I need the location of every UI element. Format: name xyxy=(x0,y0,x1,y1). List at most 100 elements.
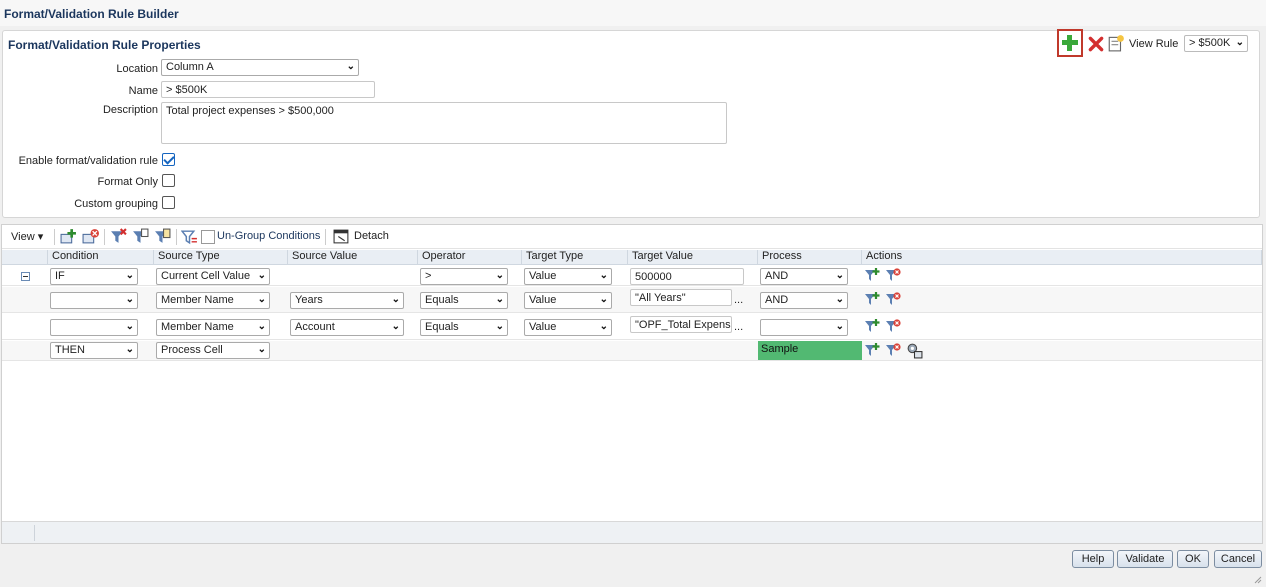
condition-select[interactable]: ⌄ xyxy=(50,292,138,309)
chevron-down-icon: ⌄ xyxy=(125,321,134,332)
rule-properties-panel: Format/Validation Rule Properties Locati… xyxy=(2,30,1260,218)
add-filter-icon[interactable] xyxy=(864,342,880,358)
chevron-down-icon: ⌄ xyxy=(495,294,504,305)
chevron-down-icon: ⌄ xyxy=(257,321,266,332)
name-input[interactable]: > $500K xyxy=(161,81,375,98)
source-type-select[interactable]: Member Name ⌄ xyxy=(156,292,270,309)
grid-toolbar: View ▾ Un-Group Conditions Detach xyxy=(2,225,1262,249)
column-header-actions[interactable]: Actions xyxy=(862,250,1262,265)
column-header-condition[interactable]: Condition xyxy=(48,250,154,265)
chevron-down-icon: ⌄ xyxy=(495,321,504,332)
source-type-select[interactable]: Current Cell Value ⌄ xyxy=(156,268,270,285)
chevron-down-icon: ⌄ xyxy=(1235,37,1244,48)
source-type-select[interactable]: Process Cell ⌄ xyxy=(156,342,270,359)
condition-select[interactable]: ⌄ xyxy=(50,319,138,336)
edit-rule-icon[interactable] xyxy=(1107,34,1125,52)
group-conditions-icon[interactable] xyxy=(181,228,198,245)
process-select[interactable]: AND ⌄ xyxy=(760,268,848,285)
source-type-select[interactable]: Member Name ⌄ xyxy=(156,319,270,336)
chevron-down-icon: ⌄ xyxy=(495,270,504,281)
conditions-grid-panel: View ▾ Un-Group Conditions Detach Condit… xyxy=(1,224,1263,544)
delete-rule-icon[interactable] xyxy=(1087,35,1105,53)
toolbar-separator xyxy=(325,229,326,245)
target-value-input[interactable]: "All Years" xyxy=(630,289,732,306)
target-value-input[interactable]: "OPF_Total Expense xyxy=(630,316,732,333)
chevron-down-icon: ⌄ xyxy=(599,270,608,281)
remove-filter-icon[interactable] xyxy=(885,318,901,334)
chevron-down-icon: ⌄ xyxy=(599,294,608,305)
delete-filter-icon[interactable] xyxy=(110,228,127,245)
properties-title: Format/Validation Rule Properties xyxy=(8,38,201,52)
location-select[interactable]: Column A ⌄ xyxy=(161,59,359,76)
condition-select[interactable]: IF ⌄ xyxy=(50,268,138,285)
validate-button[interactable]: Validate xyxy=(1117,550,1173,568)
description-textarea[interactable]: Total project expenses > $500,000 xyxy=(161,102,727,144)
cancel-button[interactable]: Cancel xyxy=(1214,550,1262,568)
target-type-select[interactable]: Value ⌄ xyxy=(524,268,612,285)
collapse-icon[interactable] xyxy=(21,272,30,281)
add-filter-icon[interactable] xyxy=(864,318,880,334)
chevron-down-icon: ⌄ xyxy=(835,294,844,305)
column-header-source-value[interactable]: Source Value xyxy=(288,250,418,265)
target-value-browse-button[interactable]: ... xyxy=(734,294,743,306)
chevron-down-icon: ⌄ xyxy=(346,61,355,72)
operator-select[interactable]: Equals ⌄ xyxy=(420,292,508,309)
detach-icon[interactable] xyxy=(333,228,350,245)
column-header-target-value[interactable]: Target Value xyxy=(628,250,758,265)
resize-grip-icon[interactable] xyxy=(1252,574,1262,584)
add-condition-icon[interactable] xyxy=(60,228,77,245)
format-sample-cell[interactable]: Sample xyxy=(758,341,862,360)
paste-filter-icon[interactable] xyxy=(154,228,171,245)
help-button[interactable]: Help xyxy=(1072,550,1114,568)
add-rule-button[interactable] xyxy=(1057,29,1083,57)
copy-filter-icon[interactable] xyxy=(132,228,149,245)
table-row: ⌄ Member Name ⌄ Account ⌄ Equals ⌄ Value ⌄ "… xyxy=(2,314,1262,340)
ungroup-conditions-button[interactable]: Un-Group Conditions xyxy=(217,230,320,242)
remove-filter-icon[interactable] xyxy=(885,342,901,358)
target-value-input[interactable]: 500000 xyxy=(630,268,744,285)
view-rule-select[interactable]: > $500K ⌄ xyxy=(1184,35,1248,52)
table-row: IF ⌄ Current Cell Value ⌄ > ⌄ Value ⌄ 500000… xyxy=(2,266,1262,286)
chevron-down-icon: ⌄ xyxy=(125,294,134,305)
process-select[interactable]: AND ⌄ xyxy=(760,292,848,309)
add-filter-icon[interactable] xyxy=(864,291,880,307)
column-header-source-type[interactable]: Source Type xyxy=(154,250,288,265)
source-value-select[interactable]: Account ⌄ xyxy=(290,319,404,336)
source-value-select[interactable]: Years ⌄ xyxy=(290,292,404,309)
custom-grouping-label: Custom grouping xyxy=(74,198,158,210)
detach-button[interactable]: Detach xyxy=(354,230,389,242)
custom-grouping-checkbox[interactable] xyxy=(162,196,175,209)
condition-select[interactable]: THEN ⌄ xyxy=(50,342,138,359)
plus-icon-vertical xyxy=(1067,35,1072,51)
target-type-select[interactable]: Value ⌄ xyxy=(524,319,612,336)
delete-condition-icon[interactable] xyxy=(82,228,99,245)
toolbar-separator xyxy=(104,229,105,245)
format-settings-icon[interactable] xyxy=(906,342,923,359)
chevron-down-icon: ⌄ xyxy=(257,344,266,355)
enable-rule-checkbox[interactable] xyxy=(162,153,175,166)
chevron-down-icon: ⌄ xyxy=(391,321,400,332)
description-label: Description xyxy=(102,104,158,116)
column-header-operator[interactable]: Operator xyxy=(418,250,522,265)
chevron-down-icon: ⌄ xyxy=(835,270,844,281)
target-type-select[interactable]: Value ⌄ xyxy=(524,292,612,309)
ok-button[interactable]: OK xyxy=(1177,550,1209,568)
table-row: THEN ⌄ Process Cell ⌄ Sample xyxy=(2,341,1262,361)
column-header-process[interactable]: Process xyxy=(758,250,862,265)
chevron-down-icon: ⌄ xyxy=(835,321,844,332)
column-header-target-type[interactable]: Target Type xyxy=(522,250,628,265)
format-only-checkbox[interactable] xyxy=(162,174,175,187)
view-menu[interactable]: View ▾ xyxy=(11,230,43,243)
process-select[interactable]: ⌄ xyxy=(760,319,848,336)
operator-select[interactable]: > ⌄ xyxy=(420,268,508,285)
enable-rule-label: Enable format/validation rule xyxy=(18,155,158,167)
chevron-down-icon: ⌄ xyxy=(257,294,266,305)
target-value-browse-button[interactable]: ... xyxy=(734,321,743,333)
add-filter-icon[interactable] xyxy=(864,267,880,283)
remove-filter-icon[interactable] xyxy=(885,267,901,283)
view-rule-value: > $500K xyxy=(1189,37,1231,49)
remove-filter-icon[interactable] xyxy=(885,291,901,307)
operator-select[interactable]: Equals ⌄ xyxy=(420,319,508,336)
name-label: Name xyxy=(128,85,158,97)
toolbar-separator xyxy=(54,229,55,245)
